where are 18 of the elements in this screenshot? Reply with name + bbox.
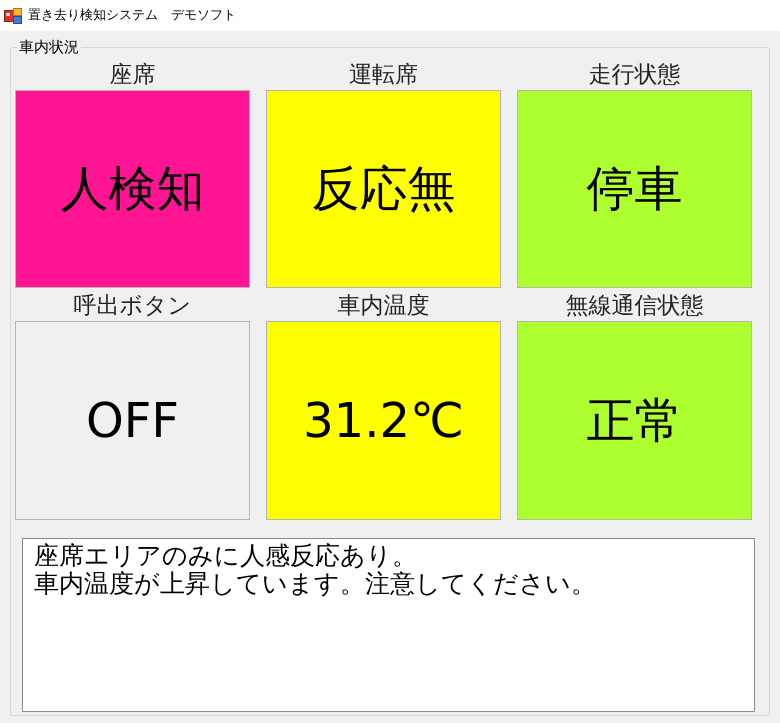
- panel-label: 車内温度: [338, 292, 430, 321]
- window-title: 置き去り検知システム デモソフト: [28, 6, 236, 25]
- status-panel: OFF: [15, 321, 250, 520]
- message-field[interactable]: 座席エリアのみに人感反応あり。 車内温度が上昇しています。注意してください。: [22, 538, 755, 712]
- status-panel: 反応無: [266, 90, 501, 288]
- panel-label: 座席: [110, 61, 156, 90]
- panel-label: 走行状態: [588, 61, 680, 90]
- status-panel: 正常: [517, 321, 752, 520]
- app-icon: [4, 6, 22, 24]
- status-panel: 31.2℃: [266, 321, 501, 520]
- panel-label: 運転席: [349, 61, 418, 90]
- group-title: 車内状況: [17, 37, 81, 57]
- status-panel: 停車: [517, 90, 752, 288]
- panel-label: 呼出ボタン: [74, 292, 192, 321]
- message-line: 車内温度が上昇しています。注意してください。: [34, 570, 596, 598]
- panel-label: 無線通信状態: [566, 292, 704, 321]
- status-panel: 人検知: [15, 90, 250, 288]
- message-line: 座席エリアのみに人感反応あり。: [34, 542, 417, 570]
